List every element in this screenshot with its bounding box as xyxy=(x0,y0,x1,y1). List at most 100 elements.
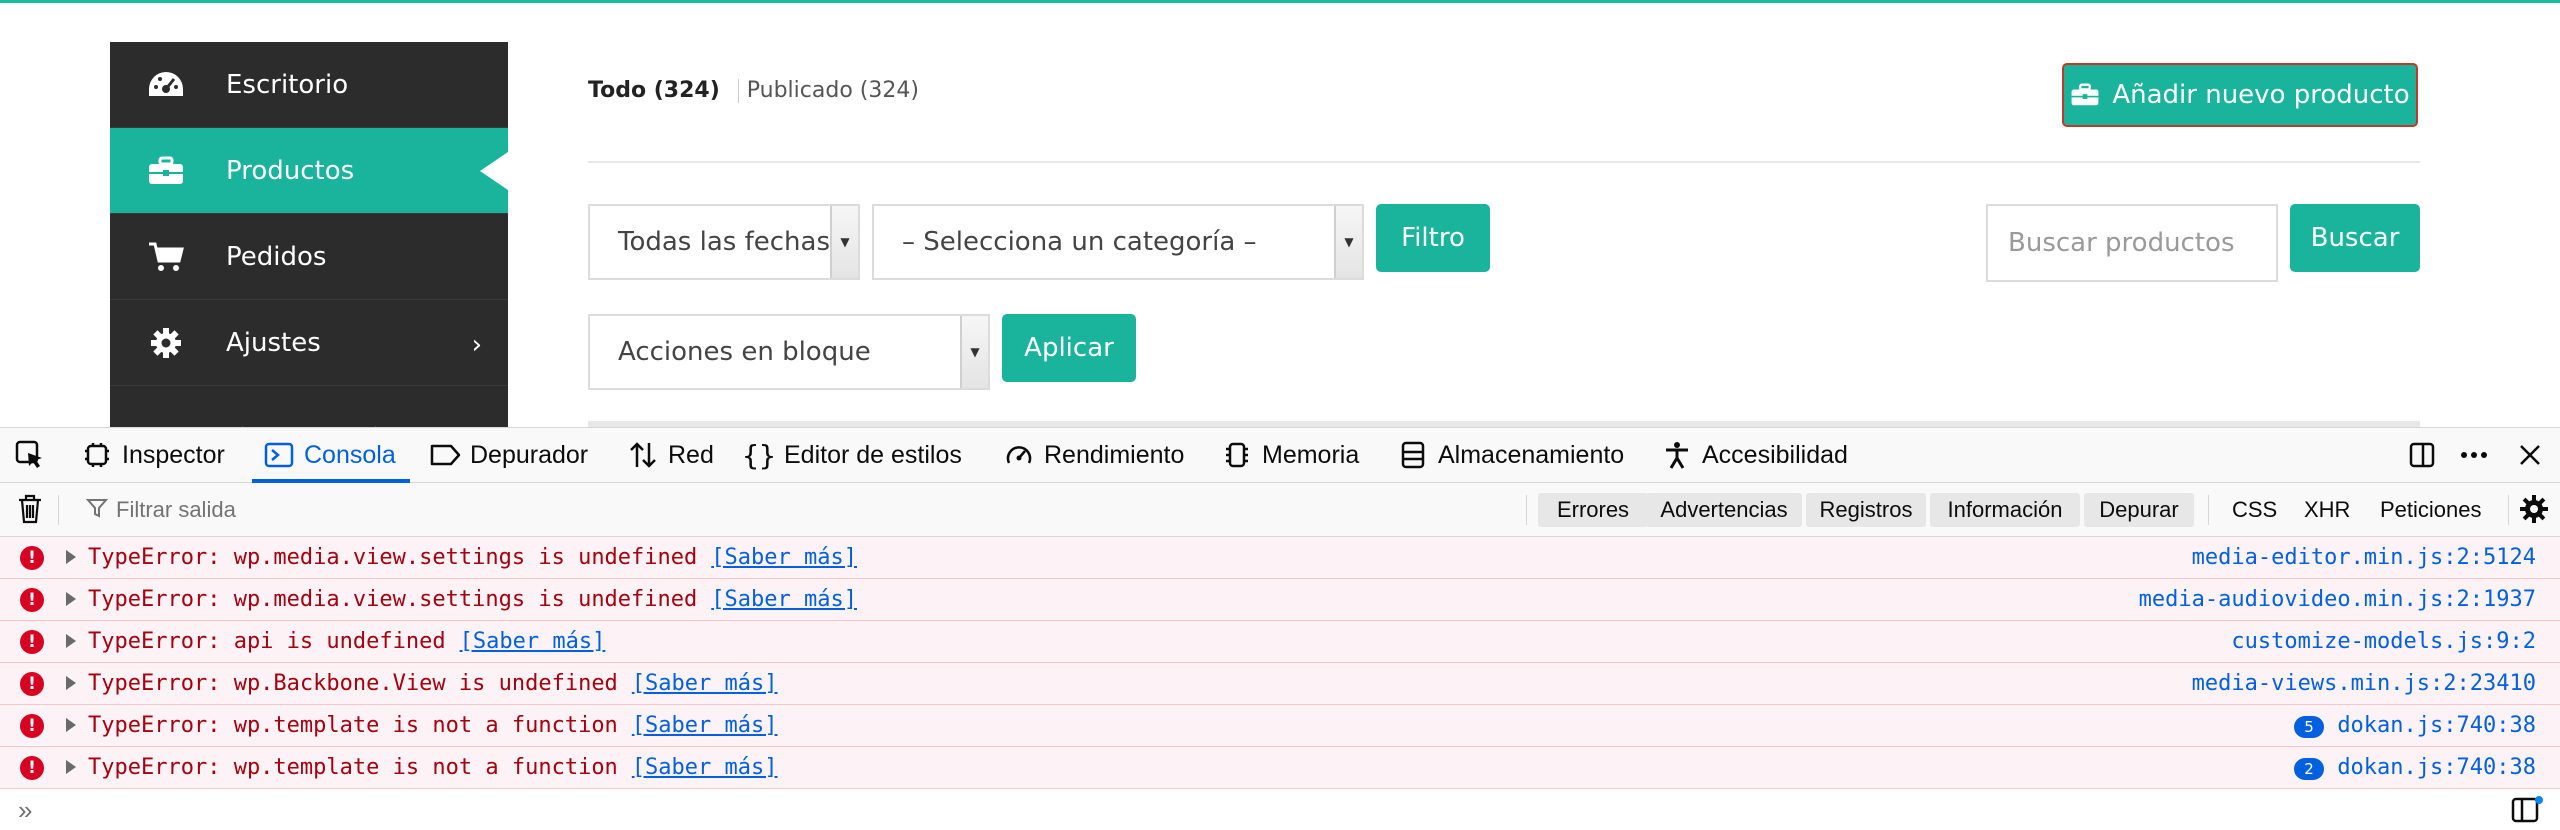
error-icon: ! xyxy=(20,546,44,570)
filter-errors-button[interactable]: Errores xyxy=(1538,493,1648,527)
search-button[interactable]: Buscar xyxy=(2290,204,2420,272)
search-products-input[interactable] xyxy=(1986,204,2278,282)
expand-arrow-icon[interactable] xyxy=(66,718,76,732)
category-filter-value: – Selecciona un categoría – xyxy=(902,227,1257,257)
date-filter-select[interactable]: Todas las fechas ▼ xyxy=(588,204,860,280)
cart-icon xyxy=(144,235,188,279)
tab-console[interactable]: Consola xyxy=(252,428,410,483)
memory-icon xyxy=(1220,438,1254,472)
filter-debug-button[interactable]: Depurar xyxy=(2084,493,2194,527)
tab-storage[interactable]: Almacenamiento xyxy=(1396,428,1624,482)
filter-css-button[interactable]: CSS xyxy=(2232,493,2277,527)
error-source-link[interactable]: dokan.js:740:38 xyxy=(2337,755,2536,780)
apply-button[interactable]: Aplicar xyxy=(1002,314,1136,382)
dropdown-arrow-icon: ▼ xyxy=(1334,206,1362,278)
console-error-message: ! TypeError: wp.media.view.settings is u… xyxy=(0,537,2560,579)
error-text: TypeError: wp.Backbone.View is undefined… xyxy=(88,671,778,696)
expand-arrow-icon[interactable] xyxy=(66,634,76,648)
sidebar-toggle-icon[interactable] xyxy=(2510,795,2544,825)
error-source-link[interactable]: media-audiovideo.min.js:2:1937 xyxy=(2139,587,2536,612)
error-source-link[interactable]: customize-models.js:9:2 xyxy=(2231,629,2536,654)
tab-network[interactable]: Red xyxy=(626,428,714,482)
filter-button[interactable]: Filtro xyxy=(1376,204,1490,272)
date-filter-value: Todas las fechas xyxy=(618,227,830,257)
error-icon: ! xyxy=(20,756,44,780)
expand-arrow-icon[interactable] xyxy=(66,592,76,606)
filter-logs-button[interactable]: Registros xyxy=(1806,493,1926,527)
learn-more-link[interactable]: [Saber más] xyxy=(460,629,606,654)
status-all-link[interactable]: Todo (324) xyxy=(588,78,720,103)
error-text: TypeError: api is undefined [Saber más] xyxy=(88,629,606,654)
expand-arrow-icon[interactable] xyxy=(66,760,76,774)
error-text: TypeError: wp.media.view.settings is und… xyxy=(88,587,857,612)
error-icon: ! xyxy=(20,672,44,696)
element-picker-icon[interactable] xyxy=(12,436,48,474)
error-source-link[interactable]: media-editor.min.js:2:5124 xyxy=(2192,545,2536,570)
learn-more-link[interactable]: [Saber más] xyxy=(632,671,778,696)
storage-icon xyxy=(1396,438,1430,472)
toolbar-separator xyxy=(1526,495,1527,525)
filter-xhr-button[interactable]: XHR xyxy=(2304,493,2350,527)
learn-more-link[interactable]: [Saber más] xyxy=(632,713,778,738)
console-settings-gear-icon[interactable] xyxy=(2518,493,2552,527)
dock-side-icon[interactable] xyxy=(2404,436,2440,474)
add-new-product-button[interactable]: Añadir nuevo producto xyxy=(2062,63,2418,127)
tab-label: Editor de estilos xyxy=(784,440,962,469)
close-icon[interactable] xyxy=(2512,436,2548,474)
filter-warnings-button[interactable]: Advertencias xyxy=(1646,493,1802,527)
learn-more-link[interactable]: [Saber más] xyxy=(632,755,778,780)
toolbar-separator xyxy=(58,495,59,525)
sidebar-item-label: Pedidos xyxy=(226,241,327,272)
tab-accessibility[interactable]: Accesibilidad xyxy=(1660,428,1848,482)
tab-label: Accesibilidad xyxy=(1702,440,1848,469)
tab-inspector[interactable]: Inspector xyxy=(80,428,225,482)
error-text: TypeError: wp.media.view.settings is und… xyxy=(88,545,857,570)
error-icon: ! xyxy=(20,630,44,654)
trash-icon[interactable] xyxy=(16,493,46,527)
filter-requests-button[interactable]: Peticiones xyxy=(2380,493,2482,527)
sidebar-item-escritorio[interactable]: Escritorio xyxy=(110,42,508,128)
tab-performance[interactable]: Rendimiento xyxy=(1002,428,1184,482)
add-new-product-label: Añadir nuevo producto xyxy=(2112,80,2410,110)
console-icon xyxy=(262,438,296,472)
more-options-icon[interactable] xyxy=(2456,436,2492,474)
learn-more-link[interactable]: [Saber más] xyxy=(711,545,857,570)
tab-label: Consola xyxy=(304,440,396,469)
tab-style-editor[interactable]: {} Editor de estilos xyxy=(742,428,962,482)
sidebar-item-label: Escritorio xyxy=(226,69,349,100)
sidebar-item-ajustes[interactable]: Ajustes › xyxy=(110,300,508,386)
inspector-icon xyxy=(80,438,114,472)
status-published-link[interactable]: Publicado (324) xyxy=(747,78,919,103)
dashboard-icon xyxy=(144,63,188,107)
network-icon xyxy=(626,438,660,472)
performance-icon xyxy=(1002,438,1036,472)
learn-more-link[interactable]: [Saber más] xyxy=(711,587,857,612)
prompt-chevron-icon: » xyxy=(18,795,33,825)
console-error-message: ! TypeError: wp.template is not a functi… xyxy=(0,705,2560,747)
devtools-panel: Inspector Consola Depurador Red {} Edito… xyxy=(0,427,2560,830)
toolbar-separator xyxy=(2208,495,2209,525)
tab-memory[interactable]: Memoria xyxy=(1220,428,1359,482)
briefcase-icon xyxy=(144,149,188,193)
console-error-message: ! TypeError: wp.Backbone.View is undefin… xyxy=(0,663,2560,705)
console-input-row[interactable]: » xyxy=(0,787,2560,830)
bulk-actions-select[interactable]: Acciones en bloque ▼ xyxy=(588,314,990,390)
error-text: TypeError: wp.template is not a function… xyxy=(88,713,778,738)
error-source-link[interactable]: media-views.min.js:2:23410 xyxy=(2192,671,2536,696)
briefcase-icon xyxy=(2070,82,2100,108)
chevron-right-icon: › xyxy=(471,330,482,360)
category-filter-select[interactable]: – Selecciona un categoría – ▼ xyxy=(872,204,1364,280)
status-separator xyxy=(737,78,739,103)
expand-arrow-icon[interactable] xyxy=(66,550,76,564)
accessibility-icon xyxy=(1660,438,1694,472)
error-text: TypeError: wp.template is not a function… xyxy=(88,755,778,780)
filter-output-input[interactable] xyxy=(82,489,818,531)
error-source-link[interactable]: dokan.js:740:38 xyxy=(2337,713,2536,738)
tab-debugger[interactable]: Depurador xyxy=(428,428,588,482)
tab-label: Memoria xyxy=(1262,440,1360,469)
sidebar-item-productos[interactable]: Productos xyxy=(110,128,508,214)
tab-label: Rendimiento xyxy=(1044,440,1185,469)
expand-arrow-icon[interactable] xyxy=(66,676,76,690)
sidebar-item-pedidos[interactable]: Pedidos xyxy=(110,214,508,300)
filter-info-button[interactable]: Información xyxy=(1930,493,2080,527)
